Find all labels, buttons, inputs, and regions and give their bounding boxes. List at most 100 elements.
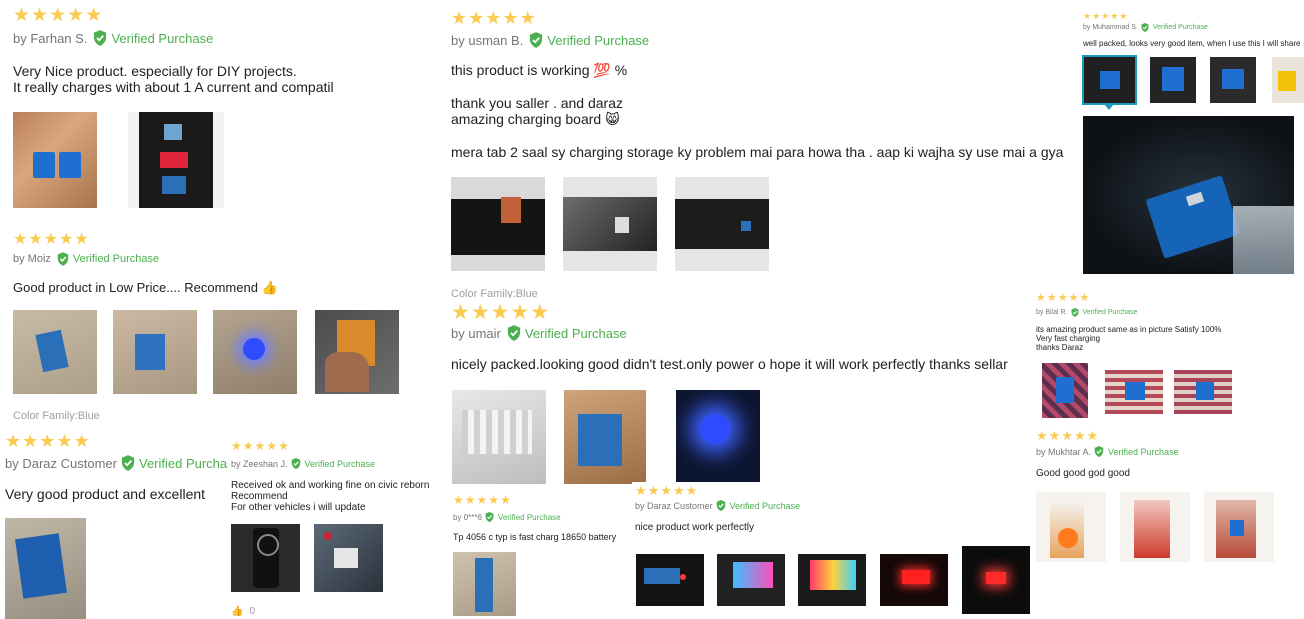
review-image[interactable] bbox=[1174, 370, 1232, 414]
rating-stars: ★ ★ ★ ★ ★ bbox=[453, 494, 511, 506]
verified-shield-icon bbox=[93, 30, 107, 46]
verified-label: Verified Purchase bbox=[1152, 24, 1208, 31]
review-image[interactable] bbox=[1204, 492, 1274, 562]
review-image[interactable] bbox=[1120, 492, 1190, 562]
star-icon: ★ bbox=[1086, 428, 1099, 443]
verified-badge: Verified Purchase bbox=[1094, 446, 1179, 457]
verified-shield-icon bbox=[1094, 446, 1104, 457]
star-icon: ★ bbox=[39, 431, 56, 451]
review-image[interactable] bbox=[798, 554, 866, 606]
review-text: Very good product and excellent bbox=[5, 486, 206, 502]
verified-badge: Verified Purchase bbox=[716, 500, 800, 511]
star-icon: ★ bbox=[49, 5, 67, 26]
author-name: by Moiz bbox=[13, 253, 51, 265]
star-icon: ★ bbox=[490, 301, 510, 324]
review-image[interactable] bbox=[676, 390, 760, 484]
star-icon: ★ bbox=[468, 8, 485, 28]
review-meta: by umair Verified Purchase bbox=[451, 325, 627, 341]
review-image[interactable] bbox=[113, 310, 197, 394]
review-text: Good product in Low Price.... Recommend … bbox=[13, 280, 278, 295]
review-image-active[interactable] bbox=[1082, 55, 1137, 105]
review-text: nicely packed.looking good didn't test.o… bbox=[451, 356, 1008, 372]
star-icon: ★ bbox=[5, 431, 22, 451]
review-image[interactable] bbox=[13, 112, 97, 208]
review-image[interactable] bbox=[5, 518, 86, 619]
review-image[interactable] bbox=[1150, 57, 1196, 103]
review-meta: by Bilal R. Verified Purchase bbox=[1036, 308, 1137, 317]
review-image[interactable] bbox=[213, 310, 297, 394]
star-icon: ★ bbox=[242, 439, 254, 453]
verified-shield-icon bbox=[716, 500, 726, 511]
rating-stars: ★ ★ ★ ★ ★ bbox=[1036, 429, 1098, 442]
star-icon: ★ bbox=[13, 5, 31, 26]
author-name: by Mukhtar A. bbox=[1036, 446, 1092, 457]
review-image[interactable] bbox=[717, 554, 785, 606]
star-icon: ★ bbox=[59, 231, 74, 248]
review-meta: by Zeeshan J. Verified Purchase bbox=[231, 458, 375, 469]
author-name: by Daraz Customer bbox=[5, 455, 117, 471]
review-image[interactable] bbox=[128, 112, 224, 208]
star-icon: ★ bbox=[1083, 11, 1092, 21]
review-meta: by Mukhtar A. Verified Purchase bbox=[1036, 446, 1179, 457]
review-image[interactable] bbox=[1042, 363, 1088, 418]
review-image[interactable] bbox=[636, 554, 704, 606]
star-icon: ★ bbox=[510, 301, 530, 324]
star-icon: ★ bbox=[1046, 292, 1057, 304]
review-image[interactable] bbox=[563, 177, 657, 271]
review-image[interactable] bbox=[962, 546, 1030, 614]
star-icon: ★ bbox=[31, 5, 49, 26]
review-image[interactable] bbox=[315, 310, 399, 394]
review-text: Very Nice product. especially for DIY pr… bbox=[13, 63, 334, 95]
review-image[interactable] bbox=[451, 177, 545, 271]
author-name: by usman B. bbox=[451, 32, 524, 48]
star-icon: ★ bbox=[470, 301, 490, 324]
review-image[interactable] bbox=[564, 390, 646, 484]
review-image[interactable] bbox=[1105, 370, 1163, 414]
review-image-preview[interactable] bbox=[1083, 116, 1294, 274]
rating-stars: ★ ★ ★ ★ ★ bbox=[5, 432, 90, 450]
like-count: 0 bbox=[249, 606, 256, 617]
review-meta: by Daraz Customer Verified Purchase bbox=[635, 500, 800, 511]
verified-badge: Verified Purchase bbox=[57, 252, 159, 266]
review-image[interactable] bbox=[314, 524, 383, 592]
color-family: Color Family:Blue bbox=[451, 288, 538, 298]
star-icon: ★ bbox=[1092, 11, 1101, 21]
star-icon: ★ bbox=[1061, 428, 1073, 443]
verified-badge: Verified Purchase bbox=[485, 512, 561, 522]
star-icon: ★ bbox=[488, 493, 500, 507]
review-image[interactable] bbox=[453, 552, 516, 616]
star-icon: ★ bbox=[672, 483, 685, 498]
like-button[interactable]: 👍 0 bbox=[231, 606, 255, 617]
author-name: by Zeeshan J. bbox=[231, 458, 288, 469]
verified-shield-icon bbox=[1141, 23, 1149, 32]
review-image[interactable] bbox=[1210, 57, 1256, 103]
review-farhan: ★ ★ ★ ★ ★ by Farhan S. Verified Purchase Ver… bbox=[0, 0, 440, 230]
verified-shield-icon bbox=[291, 458, 301, 469]
star-icon: ★ bbox=[1101, 11, 1110, 21]
review-meta: by Muhammad S. Verified Purchase bbox=[1083, 23, 1208, 32]
star-icon: ★ bbox=[73, 431, 90, 451]
verified-shield-icon bbox=[1071, 308, 1079, 317]
review-image[interactable] bbox=[231, 524, 300, 592]
star-icon: ★ bbox=[1110, 11, 1119, 21]
star-icon: ★ bbox=[502, 8, 519, 28]
review-image[interactable] bbox=[675, 177, 769, 271]
verified-label: Verified Purchase bbox=[304, 458, 376, 469]
verified-label: Verified Purchase bbox=[1082, 309, 1138, 316]
review-image[interactable] bbox=[13, 310, 97, 394]
star-icon: ★ bbox=[519, 8, 536, 28]
review-image[interactable] bbox=[452, 390, 546, 484]
review-daraz-customer-2: ★ ★ ★ ★ ★ by Daraz Customer Verified Purchas… bbox=[632, 482, 1032, 619]
verified-label: Verified Purchase bbox=[497, 512, 561, 522]
star-icon: ★ bbox=[476, 493, 488, 507]
review-meta: by usman B. Verified Purchase bbox=[451, 32, 649, 48]
thumbs-up-icon: 👍 bbox=[231, 606, 244, 617]
star-icon: ★ bbox=[231, 439, 242, 453]
star-icon: ★ bbox=[500, 493, 511, 507]
verified-label: Verified Purchase bbox=[72, 253, 160, 265]
review-image[interactable] bbox=[880, 554, 948, 606]
review-image[interactable] bbox=[1036, 492, 1106, 562]
star-icon: ★ bbox=[530, 301, 550, 324]
review-image[interactable] bbox=[1272, 57, 1304, 103]
review-text: its amazing product same as in picture S… bbox=[1036, 325, 1222, 352]
